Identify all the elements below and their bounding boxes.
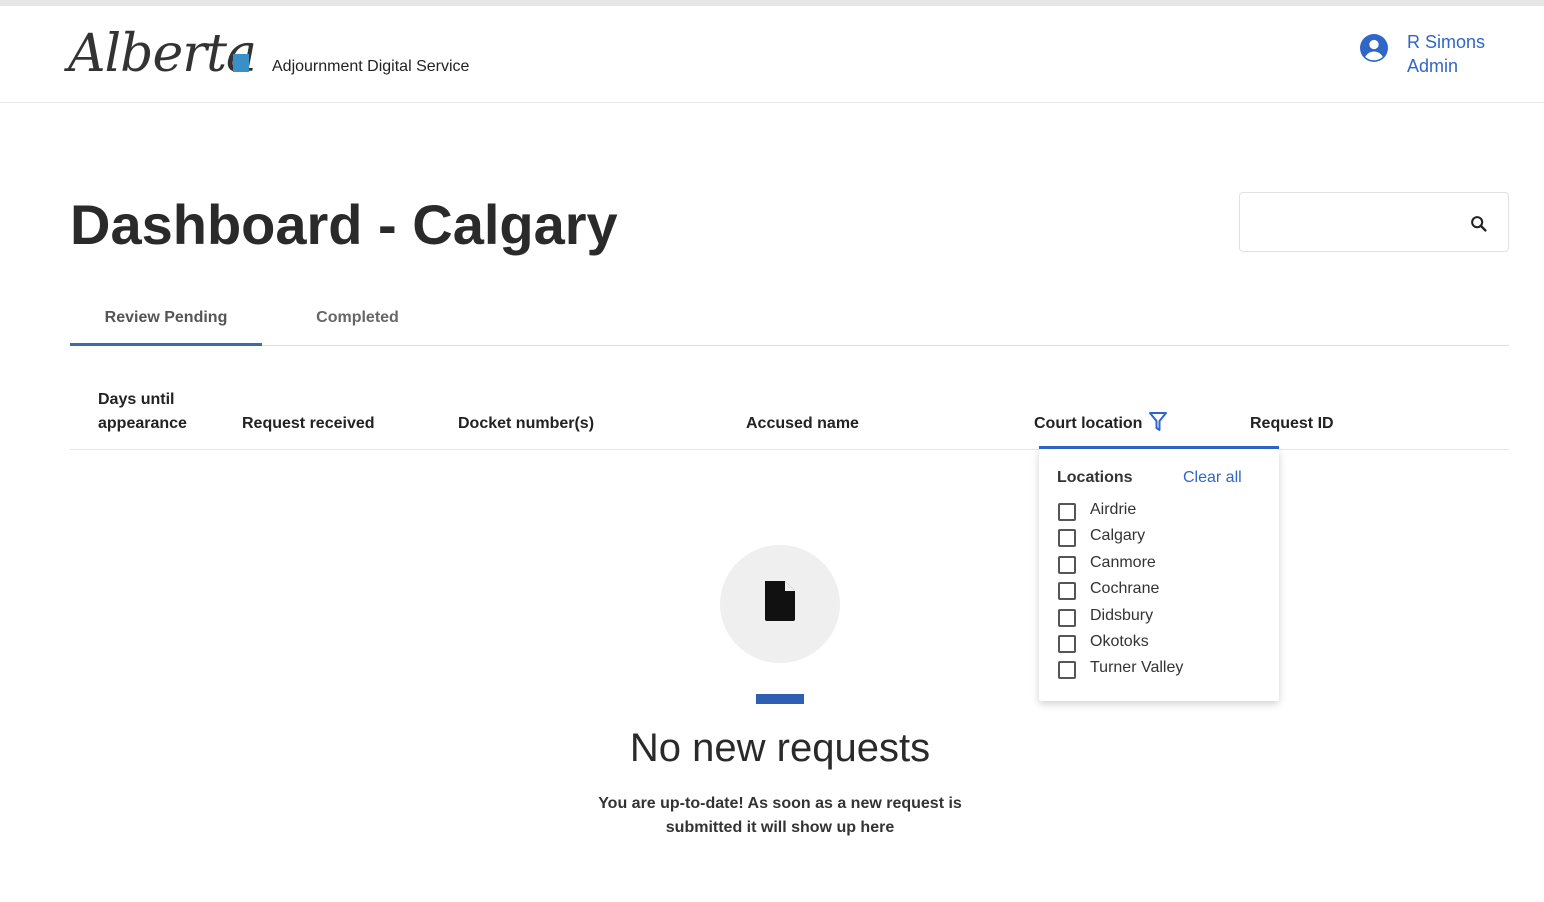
checkbox[interactable] bbox=[1058, 608, 1076, 627]
column-request-received[interactable]: Request received bbox=[242, 412, 375, 436]
tab-review-pending[interactable]: Review Pending bbox=[70, 296, 262, 346]
checkbox[interactable] bbox=[1058, 529, 1076, 548]
user-role: Admin bbox=[1407, 56, 1459, 76]
tab-completed[interactable]: Completed bbox=[280, 296, 435, 346]
column-request-id[interactable]: Request ID bbox=[1250, 412, 1334, 436]
empty-state-illustration bbox=[720, 545, 840, 663]
column-docket-numbers[interactable]: Docket number(s) bbox=[458, 412, 594, 436]
search-input[interactable] bbox=[1250, 203, 1460, 241]
location-option[interactable]: Okotoks bbox=[1057, 631, 1267, 657]
location-label: Canmore bbox=[1090, 553, 1156, 571]
checkbox[interactable] bbox=[1058, 634, 1076, 653]
empty-state-title: No new requests bbox=[629, 726, 931, 770]
header: Alberta Adjournment Digital Service R Si… bbox=[0, 6, 1544, 103]
checkbox[interactable] bbox=[1058, 503, 1076, 521]
search-icon[interactable] bbox=[1468, 213, 1490, 235]
location-label: Turner Valley bbox=[1090, 659, 1184, 677]
location-option[interactable]: Airdrie bbox=[1057, 499, 1267, 525]
user-menu[interactable]: R Simons Admin bbox=[1360, 30, 1510, 82]
location-option[interactable]: Calgary bbox=[1057, 525, 1267, 551]
location-option[interactable]: Didsbury bbox=[1057, 605, 1267, 631]
filter-icon[interactable] bbox=[1148, 411, 1168, 433]
location-option[interactable]: Cochrane bbox=[1057, 578, 1267, 604]
document-icon bbox=[765, 581, 795, 621]
user-account-icon bbox=[1360, 34, 1388, 62]
location-label: Cochrane bbox=[1090, 580, 1160, 598]
location-options: Airdrie Calgary Canmore Cochrane Didsbur… bbox=[1057, 499, 1267, 684]
checkbox[interactable] bbox=[1058, 582, 1076, 601]
location-label: Didsbury bbox=[1090, 606, 1154, 624]
location-label: Airdrie bbox=[1090, 501, 1137, 518]
column-accused-name[interactable]: Accused name bbox=[746, 412, 859, 436]
clear-all-link[interactable]: Clear all bbox=[1183, 469, 1242, 487]
app-name: Adjournment Digital Service bbox=[272, 58, 470, 75]
page-title: Dashboard - Calgary bbox=[70, 193, 618, 256]
search-box bbox=[1239, 192, 1509, 252]
logo-text: Alberta bbox=[68, 24, 257, 84]
location-option[interactable]: Canmore bbox=[1057, 552, 1267, 578]
user-name[interactable]: R Simons bbox=[1407, 32, 1485, 53]
empty-state-message: You are up-to-date! As soon as a new req… bbox=[598, 795, 962, 836]
court-location-filter-dropdown: Locations Clear all Airdrie Calgary Canm… bbox=[1039, 449, 1279, 701]
location-label: Okotoks bbox=[1090, 632, 1149, 650]
tab-bar: Review Pending Completed bbox=[70, 296, 1509, 346]
location-label: Calgary bbox=[1090, 527, 1146, 545]
checkbox[interactable] bbox=[1058, 555, 1076, 574]
column-court-location[interactable]: Court location bbox=[1034, 412, 1142, 436]
location-option[interactable]: Turner Valley bbox=[1057, 657, 1267, 683]
alberta-logo[interactable]: Alberta bbox=[68, 24, 257, 86]
logo-flag-mark bbox=[233, 54, 249, 72]
checkbox[interactable] bbox=[1058, 661, 1076, 680]
column-days-until-appearance[interactable]: Days until appearance bbox=[98, 388, 218, 436]
filter-title: Locations bbox=[1057, 469, 1133, 486]
table-header: Days until appearance Request received D… bbox=[70, 380, 1509, 450]
empty-state-accent-bar bbox=[756, 694, 804, 704]
